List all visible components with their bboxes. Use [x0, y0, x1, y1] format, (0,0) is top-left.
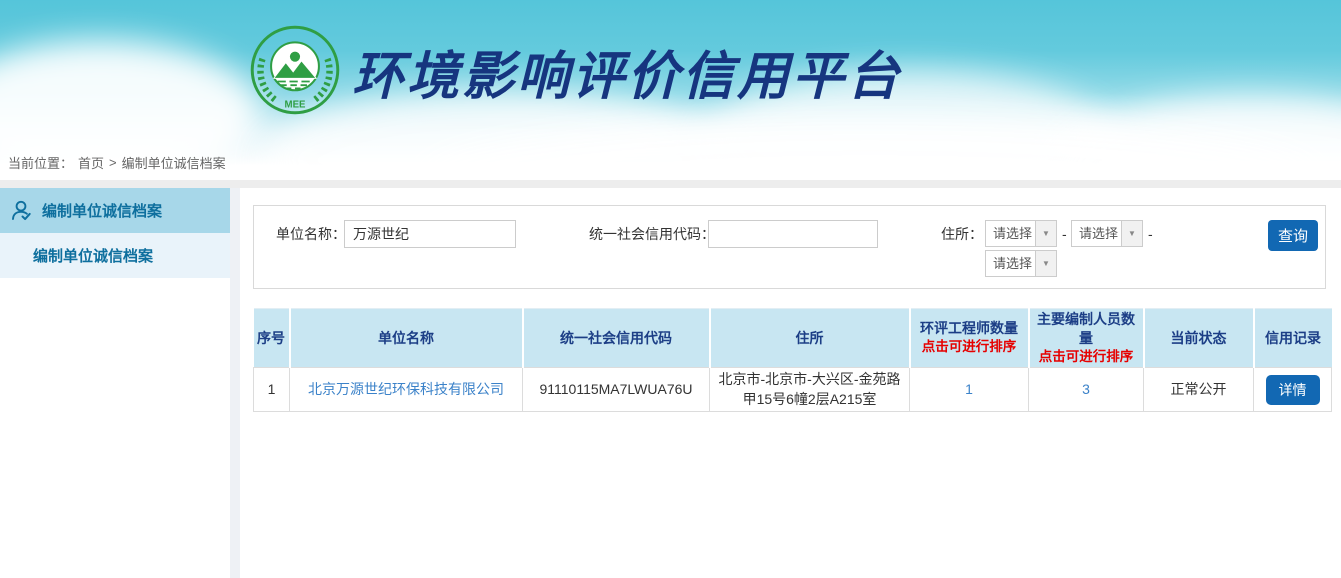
cell-status: 正常公开 [1144, 368, 1254, 412]
col-header-label: 环评工程师数量 [920, 320, 1018, 336]
query-button[interactable]: 查询 [1268, 220, 1318, 251]
cell-index: 1 [254, 368, 290, 412]
svg-text:MEE: MEE [285, 100, 306, 111]
city-select[interactable]: 请选择 ▼ [1071, 220, 1143, 247]
site-title: 环境影响评价信用平台 [352, 34, 902, 109]
sidebar-item-label: 编制单位诚信档案 [42, 200, 162, 221]
engineer-count-link[interactable]: 1 [965, 381, 973, 397]
staff-count-link[interactable]: 3 [1082, 381, 1090, 397]
sort-hint: 点击可进行排序 [1032, 348, 1141, 366]
sidebar-subitem-unit-credit-archive[interactable]: 编制单位诚信档案 [0, 233, 230, 278]
col-header-staff-count-sortable[interactable]: 主要编制人员数量 点击可进行排序 [1029, 309, 1144, 368]
sidebar: 编制单位诚信档案 编制单位诚信档案 [0, 188, 230, 578]
breadcrumb-separator: > [109, 155, 117, 170]
col-header-label: 主要编制人员数量 [1037, 311, 1135, 346]
credit-code-label: 统一社会信用代码： [589, 220, 715, 248]
sidebar-subitem-label: 编制单位诚信档案 [33, 245, 153, 266]
breadcrumb-home-link[interactable]: 首页 [78, 153, 104, 172]
col-header-label: 住所 [796, 330, 824, 346]
col-header-label: 信用记录 [1265, 330, 1321, 346]
user-check-icon [10, 199, 33, 222]
page: MEE 环境影响评价信用平台 当前位置： 首页 > 编制单位诚信档案 编制单位诚… [0, 0, 1341, 578]
dash-separator: - [1062, 220, 1067, 248]
dash-separator: - [1148, 220, 1153, 248]
unit-name-input[interactable] [344, 220, 516, 248]
province-select[interactable]: 请选择 ▼ [985, 220, 1057, 247]
results-table: 序号 单位名称 统一社会信用代码 住所 环评工程师数量 点击可进行排序 主要编制… [253, 308, 1332, 412]
cell-credit-code: 91110115MA7LWUA76U [523, 368, 710, 412]
breadcrumb: 当前位置： 首页 > 编制单位诚信档案 [0, 145, 1341, 180]
col-header-credit-record: 信用记录 [1254, 309, 1332, 368]
sort-hint: 点击可进行排序 [913, 338, 1026, 356]
detail-button[interactable]: 详情 [1266, 375, 1320, 405]
col-header-engineer-count-sortable[interactable]: 环评工程师数量 点击可进行排序 [910, 309, 1029, 368]
province-select-value: 请选择 [986, 221, 1035, 246]
col-header-label: 序号 [257, 330, 285, 346]
table-header-row: 序号 单位名称 统一社会信用代码 住所 环评工程师数量 点击可进行排序 主要编制… [254, 309, 1332, 368]
main-content: 单位名称： 统一社会信用代码： 住所： 请选择 ▼ - 请选择 ▼ - 请选择 … [240, 188, 1341, 578]
unit-name-label: 单位名称： [276, 220, 346, 248]
col-header-label: 当前状态 [1171, 330, 1227, 346]
sidebar-content-divider [230, 188, 240, 578]
district-select[interactable]: 请选择 ▼ [985, 250, 1057, 277]
city-select-value: 请选择 [1072, 221, 1121, 246]
col-header-credit-code: 统一社会信用代码 [523, 309, 710, 368]
col-header-status: 当前状态 [1144, 309, 1254, 368]
credit-code-input[interactable] [708, 220, 878, 248]
mee-logo-icon: MEE [249, 24, 341, 116]
chevron-down-icon[interactable]: ▼ [1121, 221, 1142, 246]
col-header-unit-name: 单位名称 [290, 309, 523, 368]
col-header-label: 统一社会信用代码 [560, 330, 672, 346]
divider-band [0, 180, 1341, 188]
search-panel: 单位名称： 统一社会信用代码： 住所： 请选择 ▼ - 请选择 ▼ - 请选择 … [253, 205, 1326, 289]
col-header-index: 序号 [254, 309, 290, 368]
sidebar-item-unit-credit-archive[interactable]: 编制单位诚信档案 [0, 188, 230, 233]
col-header-address: 住所 [710, 309, 910, 368]
unit-name-link[interactable]: 北京万源世纪环保科技有限公司 [308, 381, 504, 397]
breadcrumb-label: 当前位置： [8, 153, 73, 172]
district-select-value: 请选择 [986, 251, 1035, 276]
col-header-label: 单位名称 [378, 330, 434, 346]
cell-address: 北京市-北京市-大兴区-金苑路甲15号6幢2层A215室 [710, 368, 910, 412]
chevron-down-icon[interactable]: ▼ [1035, 221, 1056, 246]
address-label: 住所： [941, 220, 983, 248]
chevron-down-icon[interactable]: ▼ [1035, 251, 1056, 276]
breadcrumb-current: 编制单位诚信档案 [122, 153, 226, 172]
table-row: 1 北京万源世纪环保科技有限公司 91110115MA7LWUA76U 北京市-… [254, 368, 1332, 412]
